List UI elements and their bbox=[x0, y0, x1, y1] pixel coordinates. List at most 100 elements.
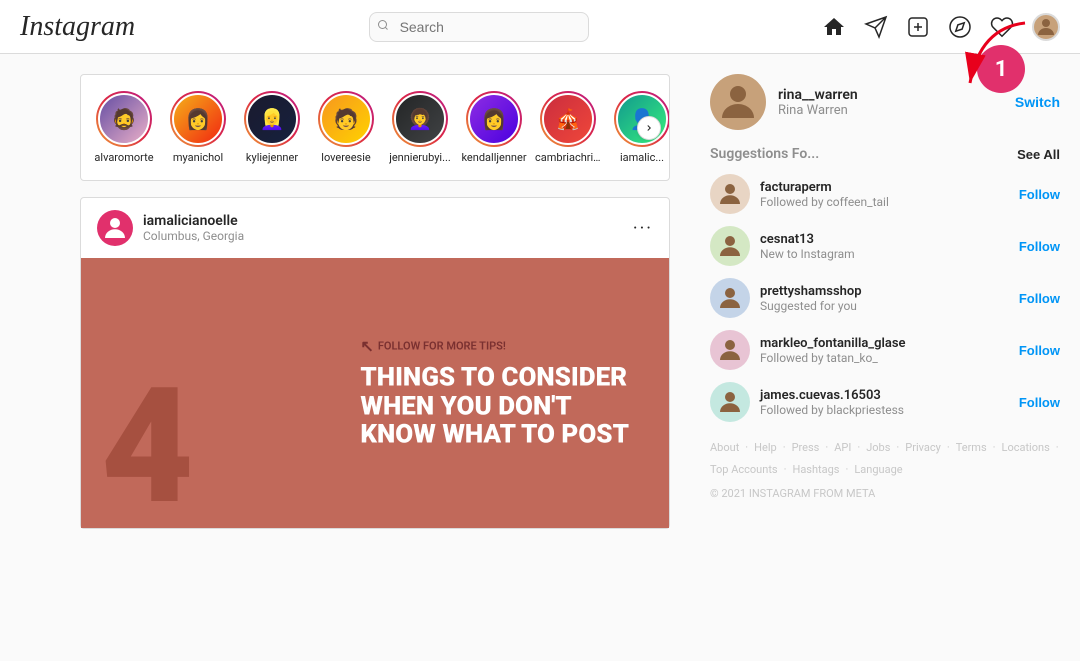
footer-link-about[interactable]: About bbox=[710, 438, 739, 458]
suggestion-avatar[interactable] bbox=[710, 174, 750, 214]
story-label: kyliejenner bbox=[246, 151, 298, 164]
footer-link-locations[interactable]: Locations bbox=[1002, 438, 1050, 458]
story-avatar: 🧔 bbox=[98, 93, 150, 145]
home-icon[interactable] bbox=[822, 15, 846, 39]
post-container: iamalicianoelle Columbus, Georgia ··· 4 … bbox=[80, 197, 670, 529]
story-item[interactable]: 🧑 lovereesie bbox=[313, 91, 379, 164]
story-item[interactable]: 👩‍🦱 jennierubyi... bbox=[387, 91, 453, 164]
suggestion-avatar[interactable] bbox=[710, 226, 750, 266]
story-label: jennierubyi... bbox=[389, 151, 451, 164]
story-item[interactable]: 👩 myanichol bbox=[165, 91, 231, 164]
profile-info: rina__warren Rina Warren bbox=[778, 87, 858, 118]
story-avatar-ring: 🧔 bbox=[96, 91, 152, 147]
post-header: iamalicianoelle Columbus, Georgia ··· bbox=[81, 198, 669, 258]
footer-link-api[interactable]: API bbox=[834, 438, 851, 458]
suggestion-info: markleo_fontanilla_glase Followed by tat… bbox=[760, 336, 906, 365]
copyright-text: © 2021 INSTAGRAM FROM META bbox=[710, 484, 1060, 504]
suggestion-username[interactable]: markleo_fontanilla_glase bbox=[760, 336, 906, 351]
suggestion-info: cesnat13 New to Instagram bbox=[760, 232, 855, 261]
story-avatar: 👩 bbox=[468, 93, 520, 145]
footer-link-help[interactable]: Help bbox=[754, 438, 777, 458]
footer-link-top-accounts[interactable]: Top Accounts bbox=[710, 460, 778, 480]
suggestion-info: facturaperm Followed by coffeen_tail bbox=[760, 180, 889, 209]
story-label: alvaromorte bbox=[94, 151, 153, 164]
story-label: myanichol bbox=[173, 151, 223, 164]
follow-button-3[interactable]: Follow bbox=[1019, 291, 1060, 306]
suggestion-avatar[interactable] bbox=[710, 382, 750, 422]
suggestions-header: Suggestions Fo... See All bbox=[710, 146, 1060, 162]
post-follow-arrow: ↖ bbox=[360, 337, 373, 356]
post-username[interactable]: iamalicianoelle bbox=[143, 213, 244, 229]
suggestion-left: cesnat13 New to Instagram bbox=[710, 226, 855, 266]
suggestion-subtitle: Followed by blackpriestess bbox=[760, 403, 904, 417]
story-item[interactable]: 🧔 alvaromorte bbox=[91, 91, 157, 164]
follow-button-4[interactable]: Follow bbox=[1019, 343, 1060, 358]
post-location: Columbus, Georgia bbox=[143, 229, 244, 243]
suggestion-username[interactable]: cesnat13 bbox=[760, 232, 855, 247]
suggestion-username[interactable]: facturaperm bbox=[760, 180, 889, 195]
search-icon bbox=[377, 19, 389, 34]
post-big-number: 4 bbox=[101, 368, 194, 528]
suggestion-item: cesnat13 New to Instagram Follow bbox=[710, 226, 1060, 266]
instagram-logo[interactable]: Instagram bbox=[20, 11, 135, 43]
main-layout: 🧔 alvaromorte 👩 myanichol 👱‍♀️ kyliejenn… bbox=[0, 54, 1080, 607]
footer-link-jobs[interactable]: Jobs bbox=[866, 438, 890, 458]
story-label: lovereesie bbox=[321, 151, 370, 164]
heart-icon[interactable] bbox=[990, 15, 1014, 39]
stories-next-button[interactable] bbox=[637, 116, 661, 140]
story-label: iamalic... bbox=[620, 151, 664, 164]
follow-button-1[interactable]: Follow bbox=[1019, 187, 1060, 202]
notification-badge: 1 bbox=[977, 45, 1025, 93]
suggestion-username[interactable]: prettyshamsshop bbox=[760, 284, 862, 299]
suggestion-avatar[interactable] bbox=[710, 278, 750, 318]
story-avatar: 🎪 bbox=[542, 93, 594, 145]
story-avatar-ring: 🎪 bbox=[540, 91, 596, 147]
feed: 🧔 alvaromorte 👩 myanichol 👱‍♀️ kyliejenn… bbox=[0, 54, 690, 607]
see-all-button[interactable]: See All bbox=[1017, 147, 1060, 162]
story-avatar: 👩‍🦱 bbox=[394, 93, 446, 145]
footer-link-privacy[interactable]: Privacy bbox=[905, 438, 941, 458]
post-image-content: 4 ↖ FOLLOW FOR MORE TIPS! THINGS TO CONS… bbox=[81, 258, 669, 528]
compass-icon[interactable] bbox=[948, 15, 972, 39]
profile-left: rina__warren Rina Warren bbox=[710, 74, 858, 130]
story-avatar: 👩 bbox=[172, 93, 224, 145]
footer-link-press[interactable]: Press bbox=[792, 438, 820, 458]
send-icon[interactable] bbox=[864, 15, 888, 39]
suggestion-username[interactable]: james.cuevas.16503 bbox=[760, 388, 904, 403]
suggestion-subtitle: New to Instagram bbox=[760, 247, 855, 261]
post-avatar bbox=[97, 210, 133, 246]
post-user[interactable]: iamalicianoelle Columbus, Georgia bbox=[97, 210, 244, 246]
search-input[interactable] bbox=[369, 12, 589, 42]
story-item[interactable]: 👱‍♀️ kyliejenner bbox=[239, 91, 305, 164]
story-avatar-ring: 👩 bbox=[170, 91, 226, 147]
footer-link-language[interactable]: Language bbox=[854, 460, 902, 480]
story-item[interactable]: 👩 kendalljenner bbox=[461, 91, 527, 164]
post-text-content: ↖ FOLLOW FOR MORE TIPS! THINGS TO CONSID… bbox=[360, 337, 629, 450]
profile-avatar[interactable] bbox=[710, 74, 766, 130]
post-follow-text: ↖ FOLLOW FOR MORE TIPS! bbox=[360, 337, 629, 356]
footer-link-hashtags[interactable]: Hashtags bbox=[792, 460, 839, 480]
suggestion-left: prettyshamsshop Suggested for you bbox=[710, 278, 862, 318]
switch-button[interactable]: Switch bbox=[1015, 94, 1060, 110]
profile-username[interactable]: rina__warren bbox=[778, 87, 858, 103]
follow-button-5[interactable]: Follow bbox=[1019, 395, 1060, 410]
story-label: kendalljenner bbox=[461, 151, 526, 164]
suggestion-info: prettyshamsshop Suggested for you bbox=[760, 284, 862, 313]
stories-container: 🧔 alvaromorte 👩 myanichol 👱‍♀️ kyliejenn… bbox=[80, 74, 670, 181]
post-more-button[interactable]: ··· bbox=[633, 218, 653, 239]
sidebar: rina__warren Rina Warren Switch Suggesti… bbox=[690, 54, 1080, 607]
footer-links: About · Help · Press · API · Jobs · Priv… bbox=[710, 438, 1060, 480]
suggestion-item: facturaperm Followed by coffeen_tail Fol… bbox=[710, 174, 1060, 214]
suggestion-left: james.cuevas.16503 Followed by blackprie… bbox=[710, 382, 904, 422]
follow-button-2[interactable]: Follow bbox=[1019, 239, 1060, 254]
footer-link-terms[interactable]: Terms bbox=[956, 438, 987, 458]
story-avatar: 👱‍♀️ bbox=[246, 93, 298, 145]
add-icon[interactable] bbox=[906, 15, 930, 39]
search-container bbox=[369, 12, 589, 42]
suggestion-avatar[interactable] bbox=[710, 330, 750, 370]
profile-name: Rina Warren bbox=[778, 103, 858, 118]
user-avatar-header[interactable] bbox=[1032, 13, 1060, 41]
suggestion-left: markleo_fontanilla_glase Followed by tat… bbox=[710, 330, 906, 370]
suggestion-subtitle: Followed by coffeen_tail bbox=[760, 195, 889, 209]
story-item[interactable]: 🎪 cambriachri... bbox=[535, 91, 601, 164]
